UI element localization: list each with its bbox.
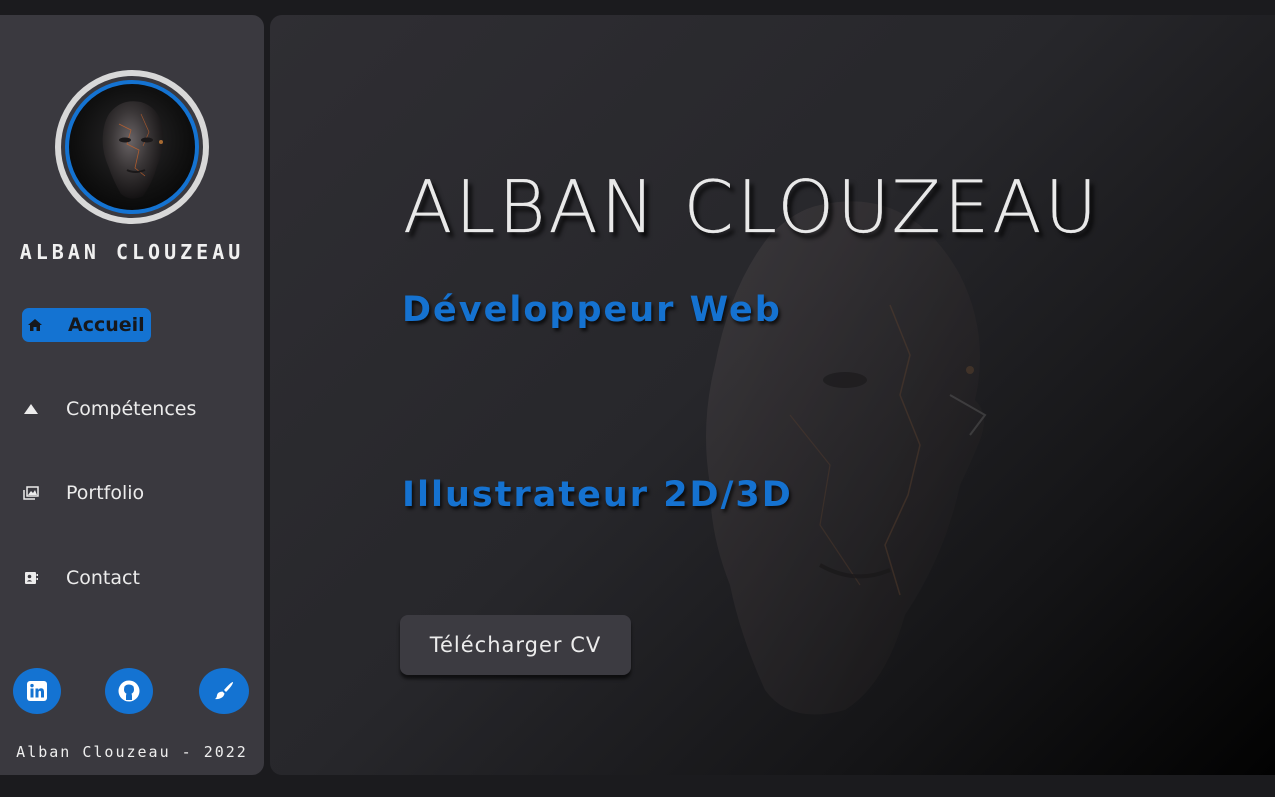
social-links xyxy=(0,668,264,716)
hero-title: ALBAN CLOUZEAU xyxy=(403,165,1101,249)
hero-role-illustrator: Illustrateur 2D/3D xyxy=(402,475,793,515)
sidebar-name: ALBAN CLOUZEAU xyxy=(19,240,245,264)
nav-label-competences: Compétences xyxy=(66,398,197,420)
nav-label-accueil: Accueil xyxy=(68,314,145,336)
github-icon xyxy=(118,680,140,702)
gallery-icon xyxy=(22,484,40,502)
nav-label-portfolio: Portfolio xyxy=(66,482,145,504)
nav-label-contact: Contact xyxy=(66,567,140,589)
linkedin-button[interactable] xyxy=(13,668,61,714)
linkedin-icon xyxy=(27,681,47,701)
footer-copyright: Alban Clouzeau - 2022 xyxy=(16,743,248,761)
github-button[interactable] xyxy=(105,668,153,714)
avatar xyxy=(55,70,209,224)
contact-card-icon xyxy=(22,569,40,587)
hero-section: ALBAN CLOUZEAU Développeur Web Illustrat… xyxy=(270,15,1275,775)
home-icon xyxy=(26,316,44,334)
nav-item-accueil[interactable]: Accueil xyxy=(22,308,151,342)
nav-item-portfolio[interactable]: Portfolio xyxy=(22,476,144,510)
page: ALBAN CLOUZEAU Accueil Compétences Portf… xyxy=(0,0,1275,797)
download-cv-button[interactable]: Télécharger CV xyxy=(400,615,631,675)
triangle-icon xyxy=(22,400,40,418)
nav-item-competences[interactable]: Compétences xyxy=(22,392,196,426)
nav-item-contact[interactable]: Contact xyxy=(22,561,140,595)
avatar-image xyxy=(69,84,195,210)
sidebar: ALBAN CLOUZEAU Accueil Compétences Portf… xyxy=(0,15,264,775)
background-head-illustration xyxy=(706,201,987,715)
portfolio-art-button[interactable] xyxy=(199,668,249,714)
sculpted-head-icon xyxy=(102,101,164,199)
paintbrush-icon xyxy=(215,682,233,700)
hero-role-web: Développeur Web xyxy=(402,290,782,330)
